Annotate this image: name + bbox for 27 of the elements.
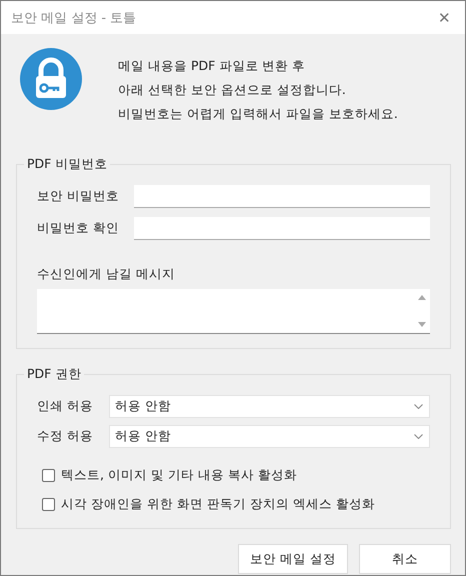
scroll-up-icon[interactable] <box>418 295 426 300</box>
intro-text: 메일 내용을 PDF 파일로 변환 후 <box>118 57 306 74</box>
password-field[interactable] <box>134 217 430 240</box>
checkbox-label: 시각 장애인을 위한 화면 판독기 장치의 엑세스 활성화 <box>61 496 375 513</box>
chevron-down-icon <box>414 434 423 439</box>
field-label: 수신인에게 남길 메시지 <box>37 266 176 283</box>
cancel-button[interactable]: 취소 <box>359 544 451 574</box>
checkbox-label: 텍스트, 이미지 및 기타 내용 복사 활성화 <box>61 467 297 484</box>
chevron-down-icon <box>414 404 423 409</box>
field-label: 보안 비밀번호 <box>37 188 120 205</box>
checkbox[interactable] <box>42 498 55 511</box>
lock-icon <box>20 48 82 110</box>
scroll-down-icon[interactable] <box>418 322 426 327</box>
intro-text: 아래 선택한 보안 옵션으로 설정합니다. <box>118 81 347 98</box>
dropdown[interactable]: 허용 안함 <box>109 395 430 418</box>
group-title: PDF 비밀번호 <box>24 156 110 173</box>
window-title: 보안 메일 설정 - 토틀 <box>11 10 136 26</box>
message-field[interactable] <box>37 289 430 334</box>
intro-text: 비밀번호는 어렵게 입력해서 파일을 보호하세요. <box>118 105 398 122</box>
field-label: 인쇄 허용 <box>37 398 94 415</box>
dropdown[interactable]: 허용 안함 <box>109 425 430 448</box>
close-button[interactable]: ✕ <box>434 8 455 26</box>
password-field[interactable] <box>134 185 430 208</box>
checkbox[interactable] <box>42 469 55 482</box>
field-label: 수정 허용 <box>37 428 94 445</box>
confirm-button[interactable]: 보안 메일 설정 <box>238 544 348 574</box>
field-label: 비밀번호 확인 <box>37 220 120 237</box>
